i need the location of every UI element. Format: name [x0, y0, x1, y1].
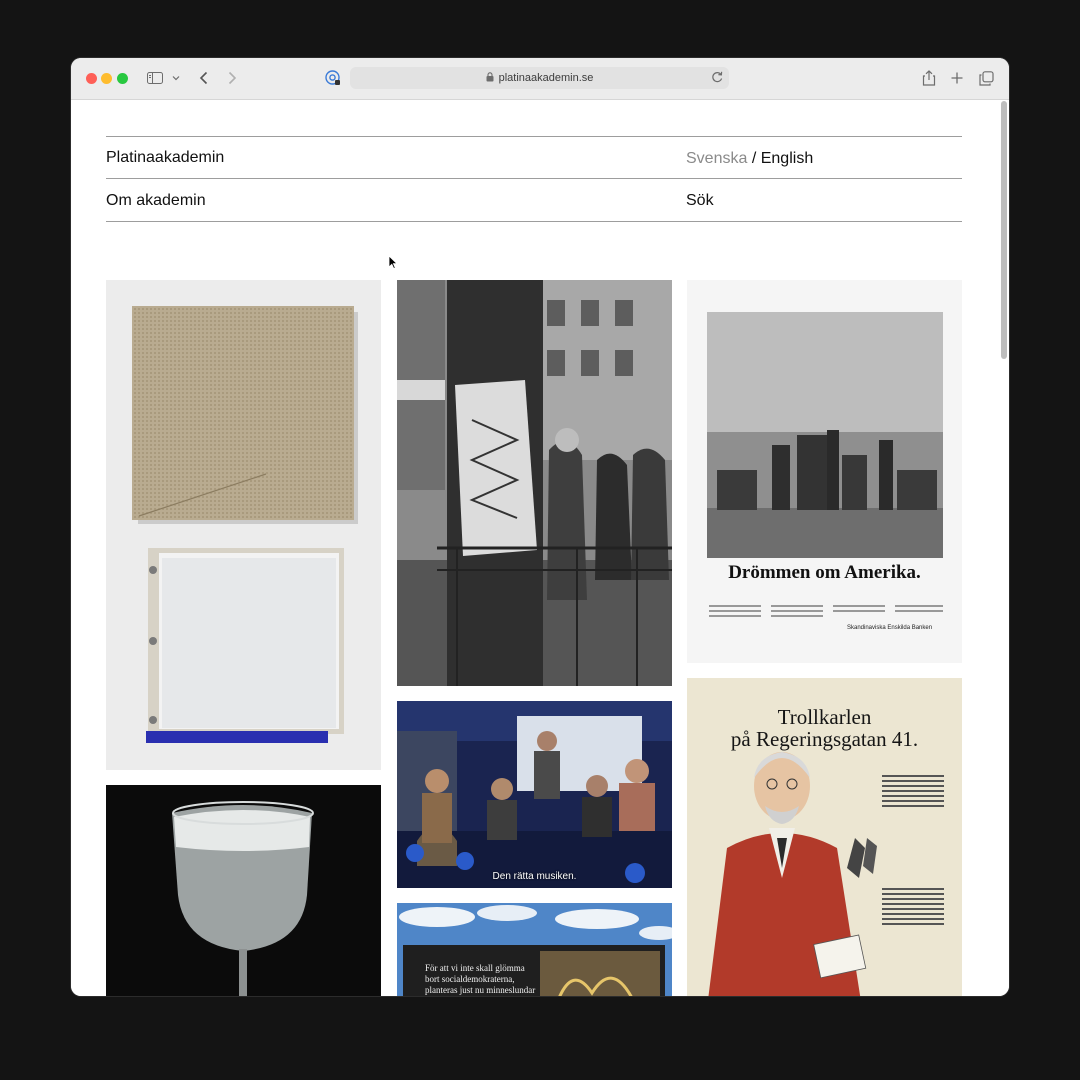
privacy-shield-icon[interactable]: [324, 68, 342, 88]
browser-window: platinaakademin.se Platinaakademin Svens…: [71, 58, 1009, 996]
address-bar[interactable]: platinaakademin.se: [350, 67, 729, 89]
nav-search-link[interactable]: Sök: [686, 192, 714, 210]
nav-about-link[interactable]: Om akademin: [106, 192, 206, 210]
lang-english-link[interactable]: English: [761, 150, 813, 167]
gallery-item-artwork-panels[interactable]: [106, 280, 381, 770]
skyline-image: [687, 280, 962, 663]
gallery-item-street-photo[interactable]: [397, 280, 672, 686]
trollkarl-illustration: [708, 752, 944, 996]
close-window-button[interactable]: [86, 73, 97, 84]
zoom-window-button[interactable]: [117, 73, 128, 84]
gallery-item-video-still[interactable]: Den rätta musiken.: [397, 701, 672, 888]
lang-separator: /: [751, 150, 757, 167]
divider: [106, 221, 962, 222]
artwork-image: [106, 280, 381, 770]
gallery-item-billboard[interactable]: För att vi inte skall glömma bort social…: [397, 903, 672, 996]
billboard-text-line-2: bort socialdemokraterna,: [425, 974, 515, 984]
gallery-item-ad-amerika[interactable]: Drömmen om Amerika. Skandinaviska Enskil…: [687, 280, 962, 663]
chevron-down-icon[interactable]: [171, 68, 181, 88]
sidebar-toggle-icon[interactable]: [147, 68, 163, 88]
site-title[interactable]: Platinaakademin: [106, 149, 224, 167]
billboard-text-line-3: planteras just nu minneslundar: [425, 985, 536, 995]
divider: [106, 136, 962, 137]
back-icon[interactable]: [197, 68, 211, 88]
gallery-item-ad-trollkarlen[interactable]: Trollkarlen på Regeringsgatan 41.: [687, 678, 962, 996]
video-subtitle: Den rätta musiken.: [492, 871, 577, 882]
reload-icon[interactable]: [710, 70, 724, 89]
page-content: Platinaakademin Svenska / English Om aka…: [71, 100, 1009, 996]
tab-overview-icon[interactable]: [978, 68, 994, 88]
browser-toolbar: platinaakademin.se: [71, 58, 1009, 100]
divider: [106, 178, 962, 179]
lock-icon: [486, 71, 494, 85]
ad-amerika-headline: Drömmen om Amerika.: [728, 562, 921, 583]
mouse-cursor-icon: [388, 255, 398, 270]
video-still-image: [397, 701, 672, 888]
street-photo-image: [397, 280, 672, 686]
lang-svenska-link[interactable]: Svenska: [686, 150, 747, 167]
url-text: platinaakademin.se: [498, 72, 594, 84]
glass-image: [106, 785, 381, 996]
ad-amerika-bank: Skandinaviska Enskilda Banken: [847, 625, 933, 631]
minimize-window-button[interactable]: [101, 73, 112, 84]
page-scrollbar[interactable]: [1001, 101, 1007, 359]
forward-icon[interactable]: [225, 68, 239, 88]
gallery-item-glass[interactable]: [106, 785, 381, 996]
new-tab-icon[interactable]: [950, 68, 964, 88]
share-icon[interactable]: [921, 68, 937, 88]
language-switcher: Svenska / English: [686, 150, 813, 168]
billboard-text-line-1: För att vi inte skall glömma: [425, 963, 525, 973]
